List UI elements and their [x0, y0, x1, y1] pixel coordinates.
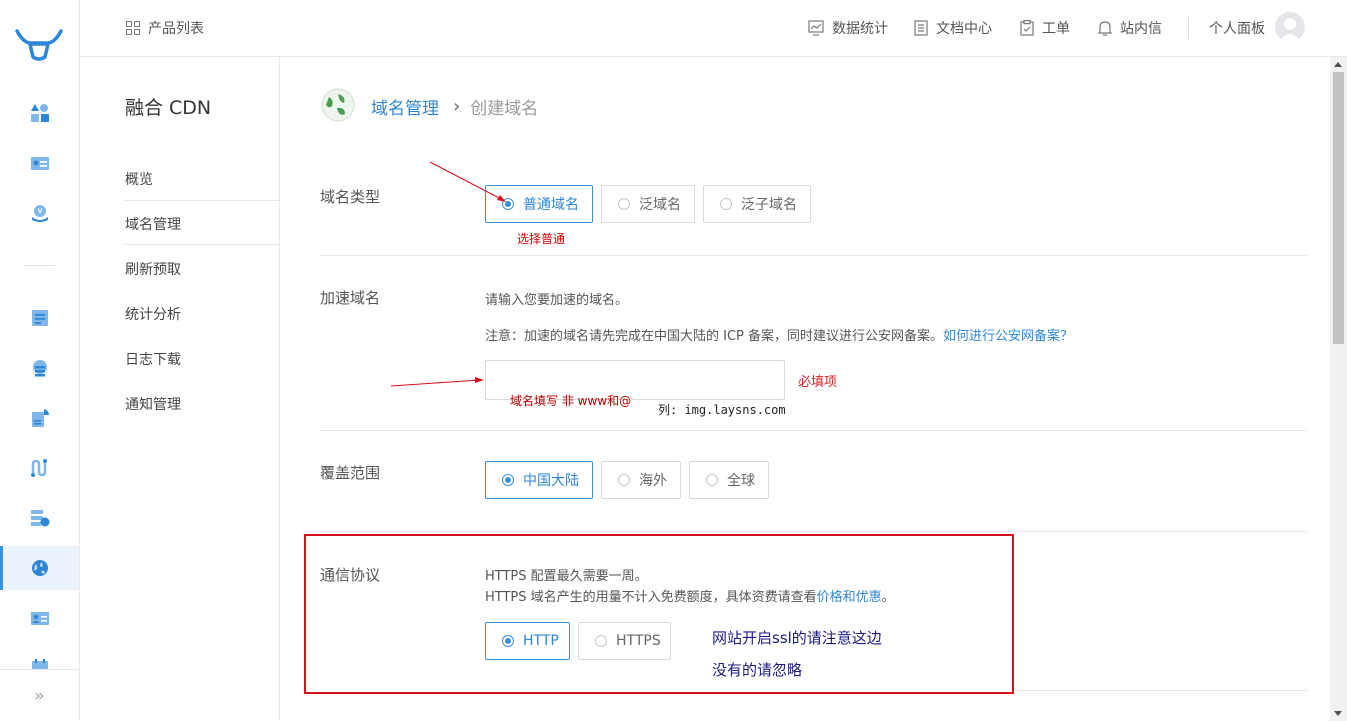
- rail-calendar-icon[interactable]: [0, 646, 79, 669]
- accel-domain-notice: 注意：加速的域名请先完成在中国大陆的 ICP 备案，同时建议进行公安网备案。如何…: [485, 325, 1073, 344]
- docs-label: 文档中心: [936, 21, 992, 37]
- clipboard-icon: [1020, 20, 1034, 36]
- rail-billing-icon[interactable]: ¥: [0, 191, 79, 235]
- option-label: 海外: [639, 473, 667, 489]
- messages-label: 站内信: [1120, 21, 1162, 37]
- annotation-example: 列: img.laysns.com: [658, 403, 786, 417]
- sidebar-item-notifications[interactable]: 通知管理: [125, 394, 181, 414]
- rail-divider: [24, 265, 55, 266]
- section-divider: [1015, 690, 1307, 691]
- svg-text:¥: ¥: [37, 207, 42, 216]
- annotation-select-normal: 选择普通: [517, 232, 566, 246]
- annotation-domain-rule: 域名填写 非 www和@: [510, 394, 632, 408]
- radio-checked-icon: [502, 198, 514, 210]
- chart-icon: [808, 20, 824, 36]
- icon-rail: ¥ »: [0, 0, 80, 722]
- product-list-label: 产品列表: [148, 21, 204, 37]
- rail-id-card-icon[interactable]: [0, 141, 79, 185]
- domain-type-sub-wildcard-radio[interactable]: 泛子域名: [703, 185, 811, 223]
- breadcrumb-separator-icon: ›: [453, 96, 461, 117]
- stats-label: 数据统计: [832, 21, 888, 37]
- sidebar-item-log-download[interactable]: 日志下载: [125, 349, 181, 369]
- ticket-button[interactable]: 工单: [1020, 0, 1070, 56]
- domain-type-normal-radio[interactable]: 普通域名: [485, 185, 593, 223]
- messages-button[interactable]: 站内信: [1098, 0, 1162, 56]
- coverage-global-radio[interactable]: 全球: [689, 461, 769, 499]
- option-label: 中国大陆: [523, 473, 579, 489]
- grid-icon: [126, 21, 140, 35]
- section-divider: [320, 430, 1307, 431]
- coverage-overseas-radio[interactable]: 海外: [601, 461, 681, 499]
- topbar-divider: [1188, 17, 1189, 39]
- personal-panel-label: 个人面板: [1209, 21, 1265, 37]
- expand-rail-icon[interactable]: »: [0, 669, 79, 722]
- user-icon: [1279, 18, 1301, 42]
- top-bar: 产品列表 数据统计 文档中心 工单 站内信 个人面板: [80, 0, 1347, 57]
- rail-storage-icon[interactable]: [0, 296, 79, 340]
- radio-unchecked-icon: [618, 474, 630, 486]
- scroll-up-icon[interactable]: [1334, 62, 1342, 67]
- option-label: 普通域名: [523, 197, 579, 213]
- page-title: 创建域名: [470, 99, 539, 119]
- notice-text: 注意：加速的域名请先完成在中国大陆的 ICP 备案，同时建议进行公安网备案。: [485, 329, 944, 344]
- logo-icon[interactable]: [14, 24, 64, 64]
- globe-icon: [321, 88, 355, 122]
- main-content: 域名管理 › 创建域名 域名类型 普通域名 泛域名 泛子域名 选择普通 加速域名…: [280, 57, 1330, 721]
- rail-database-icon[interactable]: [0, 496, 79, 540]
- rail-pipeline-icon[interactable]: [0, 446, 79, 490]
- sidebar-divider: [125, 200, 279, 201]
- radio-unchecked-icon: [720, 198, 732, 210]
- sidebar-item-refresh-prefetch[interactable]: 刷新预取: [125, 259, 181, 279]
- sidebar-divider: [125, 244, 279, 245]
- rail-overview-icon[interactable]: [0, 91, 79, 135]
- coverage-mainland-radio[interactable]: 中国大陆: [485, 461, 593, 499]
- option-label: 泛域名: [639, 197, 681, 213]
- section-divider: [320, 255, 1307, 256]
- ticket-label: 工单: [1042, 21, 1070, 37]
- radio-checked-icon: [502, 474, 514, 486]
- bell-icon: [1098, 21, 1112, 36]
- document-icon: [914, 20, 928, 36]
- page-scrollbar[interactable]: [1330, 57, 1347, 721]
- rail-report-icon[interactable]: [0, 396, 79, 440]
- option-label: 全球: [727, 473, 755, 489]
- stats-button[interactable]: 数据统计: [808, 0, 888, 56]
- domain-type-wildcard-radio[interactable]: 泛域名: [601, 185, 695, 223]
- cdn-sidebar: 融合 CDN 概览 域名管理 刷新预取 统计分析 日志下载 通知管理: [80, 57, 280, 721]
- section-divider: [320, 531, 1307, 532]
- breadcrumb: 域名管理 › 创建域名: [371, 94, 538, 119]
- domain-type-label: 域名类型: [320, 188, 381, 206]
- avatar[interactable]: [1275, 12, 1305, 42]
- breadcrumb-domain-management[interactable]: 域名管理: [371, 94, 439, 119]
- rail-cloud-server-icon[interactable]: [0, 346, 79, 390]
- required-hint: 必填项: [798, 375, 838, 390]
- sidebar-title: 融合 CDN: [125, 97, 212, 119]
- personal-panel-button[interactable]: 个人面板: [1209, 0, 1265, 56]
- docs-button[interactable]: 文档中心: [914, 0, 992, 56]
- sidebar-item-overview[interactable]: 概览: [125, 169, 153, 189]
- annotation-highlight-box: [304, 534, 1014, 694]
- coverage-label: 覆盖范围: [320, 464, 381, 482]
- rail-account-icon[interactable]: [0, 596, 79, 640]
- rail-cdn-icon[interactable]: [0, 546, 79, 590]
- product-list-button[interactable]: 产品列表: [126, 0, 204, 56]
- scroll-down-icon[interactable]: [1334, 711, 1342, 716]
- option-label: 泛子域名: [741, 197, 797, 213]
- accel-domain-label: 加速域名: [320, 289, 381, 307]
- police-filing-link[interactable]: 如何进行公安网备案？: [943, 329, 1073, 344]
- scroll-thumb[interactable]: [1333, 72, 1344, 344]
- sidebar-item-domain-management[interactable]: 域名管理: [125, 214, 181, 234]
- radio-unchecked-icon: [706, 474, 718, 486]
- sidebar-item-statistics[interactable]: 统计分析: [125, 304, 181, 324]
- accel-domain-hint: 请输入您要加速的域名。: [485, 293, 629, 308]
- radio-unchecked-icon: [618, 198, 630, 210]
